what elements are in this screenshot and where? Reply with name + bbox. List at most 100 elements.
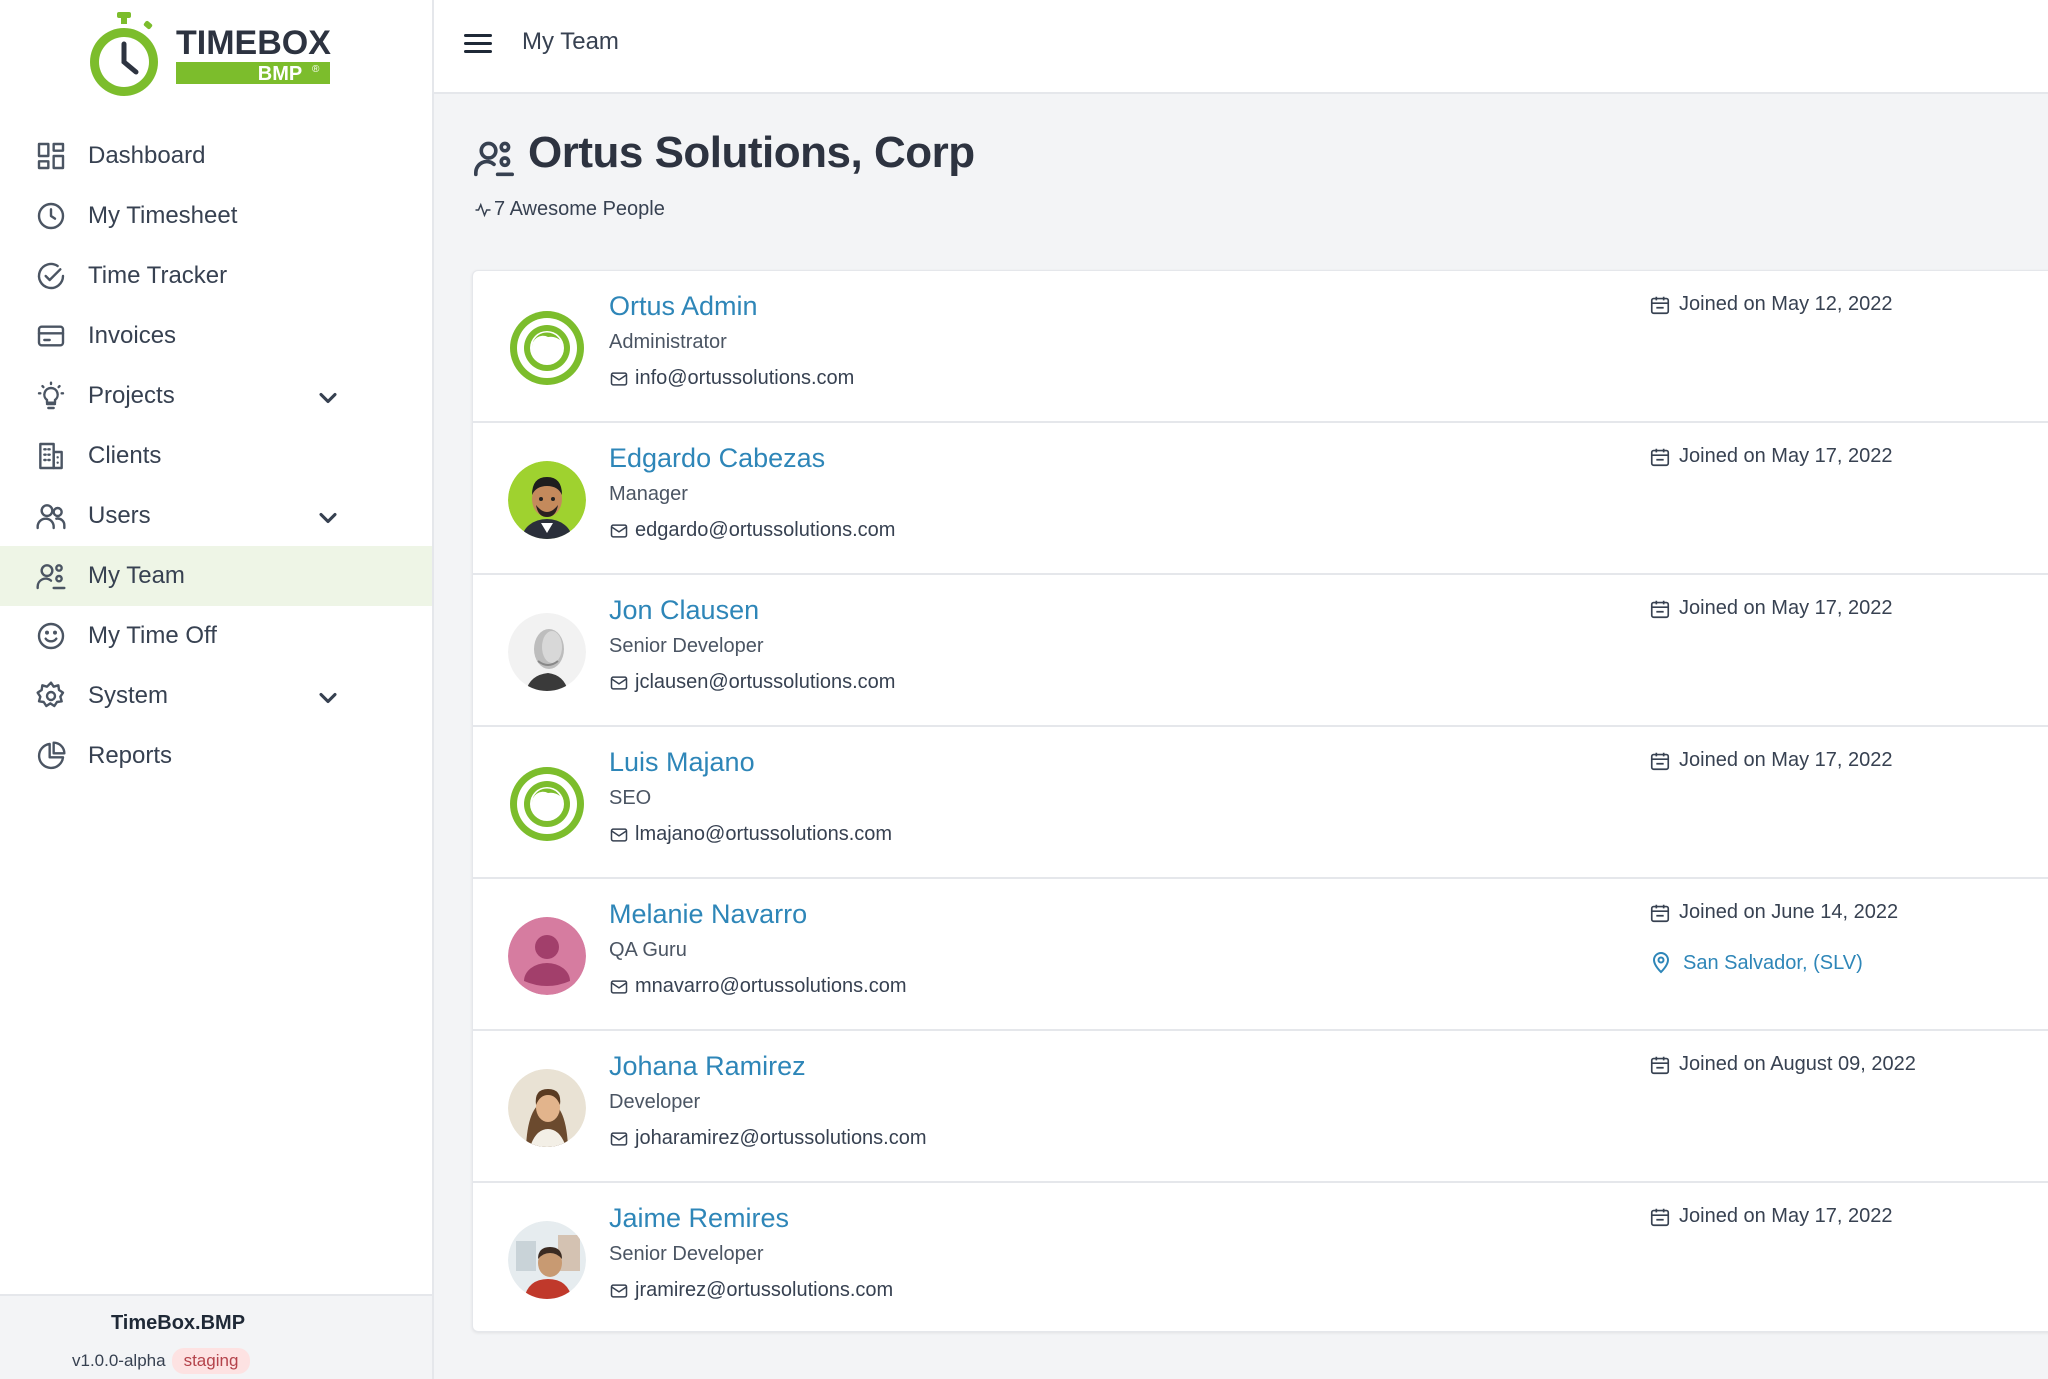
member-joined-text: Joined on May 17, 2022 [1679, 1205, 1893, 1227]
sidebar-item-my-team[interactable]: My Team [0, 546, 432, 606]
member-joined-text: Joined on May 12, 2022 [1679, 293, 1893, 315]
member-email-text: lmajano@ortussolutions.com [635, 823, 893, 845]
sidebar-item-dashboard[interactable]: Dashboard [0, 126, 432, 186]
member-email-text: jclausen@ortussolutions.com [635, 671, 896, 693]
sidebar: TIMEBOX BMP ® Dashboard My Timesheet Tim… [0, 0, 434, 1379]
version-row: v1.0.0-alpha staging [72, 1348, 251, 1374]
sidebar-item-time-tracker[interactable]: Time Tracker [0, 246, 432, 306]
member-role: Senior Developer [609, 1243, 764, 1265]
member-joined-text: Joined on August 09, 2022 [1679, 1053, 1916, 1075]
avatar [508, 1221, 586, 1299]
member-role: Administrator [609, 331, 727, 353]
page-breadcrumb: My Team [522, 28, 619, 55]
team-icon [472, 138, 516, 178]
member-name-link[interactable]: Jaime Remires [609, 1203, 789, 1234]
mail-icon [610, 979, 628, 994]
chevron-down-icon[interactable] [314, 684, 342, 712]
member-joined: Joined on June 14, 2022 [1649, 901, 1898, 924]
member-email: info@ortussolutions.com [609, 367, 854, 390]
sidebar-item-label: Time Tracker [88, 262, 228, 289]
mail-icon [610, 1131, 628, 1146]
team-member-row: Jon Clausen Senior Developer jclausen@or… [473, 575, 2048, 727]
sidebar-item-invoices[interactable]: Invoices [0, 306, 432, 366]
team-member-row: Johana Ramirez Developer joharamirez@ort… [473, 1031, 2048, 1183]
building-icon [34, 439, 68, 473]
sidebar-item-label: Users [88, 502, 151, 529]
member-joined: Joined on August 09, 2022 [1649, 1053, 1916, 1076]
gear-icon [34, 679, 68, 713]
member-name-link[interactable]: Ortus Admin [609, 291, 758, 322]
sidebar-item-label: Reports [88, 742, 173, 769]
svg-text:TIMEBOX: TIMEBOX [176, 24, 331, 62]
team-member-row: Luis Majano SEO lmajano@ortussolutions.c… [473, 727, 2048, 879]
member-joined-text: Joined on May 17, 2022 [1679, 445, 1893, 467]
member-joined-text: Joined on May 17, 2022 [1679, 597, 1893, 619]
member-email: joharamirez@ortussolutions.com [609, 1127, 927, 1150]
team-member-row: Ortus Admin Administrator info@ortussolu… [473, 271, 2048, 423]
member-name-link[interactable]: Luis Majano [609, 747, 755, 778]
mail-icon [610, 827, 628, 842]
avatar [508, 917, 586, 995]
stopwatch-logo-icon [90, 12, 158, 96]
page-title: Ortus Solutions, Corp [528, 128, 975, 177]
avatar [508, 765, 586, 843]
mail-icon [610, 371, 628, 386]
sidebar-item-my-timesheet[interactable]: My Timesheet [0, 186, 432, 246]
hamburger-icon[interactable] [464, 29, 498, 59]
calendar-icon [1650, 1056, 1670, 1074]
chevron-down-icon[interactable] [314, 384, 342, 412]
member-name-link[interactable]: Johana Ramirez [609, 1051, 806, 1082]
mail-icon [610, 675, 628, 690]
member-name-link[interactable]: Melanie Navarro [609, 899, 807, 930]
lightbulb-icon [34, 379, 68, 413]
member-role: QA Guru [609, 939, 687, 961]
member-name-link[interactable]: Edgardo Cabezas [609, 443, 825, 474]
timebox-logo[interactable]: TIMEBOX BMP ® [84, 10, 344, 98]
member-location-text: San Salvador, (SLV) [1683, 951, 1863, 974]
sidebar-item-clients[interactable]: Clients [0, 426, 432, 486]
chevron-down-icon[interactable] [314, 504, 342, 532]
member-role: Developer [609, 1091, 701, 1113]
top-bar: My Team [434, 0, 2048, 94]
sidebar-footer: TimeBox.BMP v1.0.0-alpha staging [0, 1294, 432, 1379]
sidebar-nav: Dashboard My Timesheet Time Tracker Invo… [0, 126, 432, 786]
sidebar-item-label: My Timesheet [88, 202, 238, 229]
member-joined-text: Joined on June 14, 2022 [1679, 901, 1899, 923]
team-count-label: 7 Awesome People [494, 198, 665, 220]
team-count: 7 Awesome People [474, 198, 665, 221]
member-joined-text: Joined on May 17, 2022 [1679, 749, 1893, 771]
sidebar-item-label: Invoices [88, 322, 177, 349]
version-label: v1.0.0-alpha [72, 1351, 166, 1370]
sidebar-item-label: Clients [88, 442, 162, 469]
pie-chart-icon [34, 739, 68, 773]
map-pin-icon [1652, 952, 1670, 974]
sidebar-item-projects[interactable]: Projects [0, 366, 432, 426]
team-member-row: Melanie Navarro QA Guru mnavarro@ortusso… [473, 879, 2048, 1031]
team-icon [34, 559, 68, 593]
member-email: jramirez@ortussolutions.com [609, 1279, 893, 1302]
member-role: Senior Developer [609, 635, 764, 657]
member-email: mnavarro@ortussolutions.com [609, 975, 907, 998]
team-member-row: Edgardo Cabezas Manager edgardo@ortussol… [473, 423, 2048, 575]
svg-text:®: ® [312, 64, 320, 75]
sidebar-item-label: Projects [88, 382, 175, 409]
sidebar-item-reports[interactable]: Reports [0, 726, 432, 786]
dashboard-icon [34, 139, 68, 173]
users-icon [34, 499, 68, 533]
sidebar-item-my-time-off[interactable]: My Time Off [0, 606, 432, 666]
member-email-text: jramirez@ortussolutions.com [635, 1279, 894, 1301]
member-email: lmajano@ortussolutions.com [609, 823, 892, 846]
sidebar-item-users[interactable]: Users [0, 486, 432, 546]
member-email-text: mnavarro@ortussolutions.com [635, 975, 907, 997]
member-joined: Joined on May 17, 2022 [1649, 445, 1893, 468]
avatar [508, 309, 586, 387]
mail-icon [610, 523, 628, 538]
sidebar-item-system[interactable]: System [0, 666, 432, 726]
member-role: SEO [609, 787, 652, 809]
member-name-link[interactable]: Jon Clausen [609, 595, 759, 626]
calendar-icon [1650, 904, 1670, 922]
member-email-text: joharamirez@ortussolutions.com [635, 1127, 927, 1149]
member-location-link[interactable]: San Salvador, (SLV) [1649, 951, 1863, 975]
member-email: edgardo@ortussolutions.com [609, 519, 895, 542]
app-name: TimeBox.BMP [110, 1312, 246, 1334]
